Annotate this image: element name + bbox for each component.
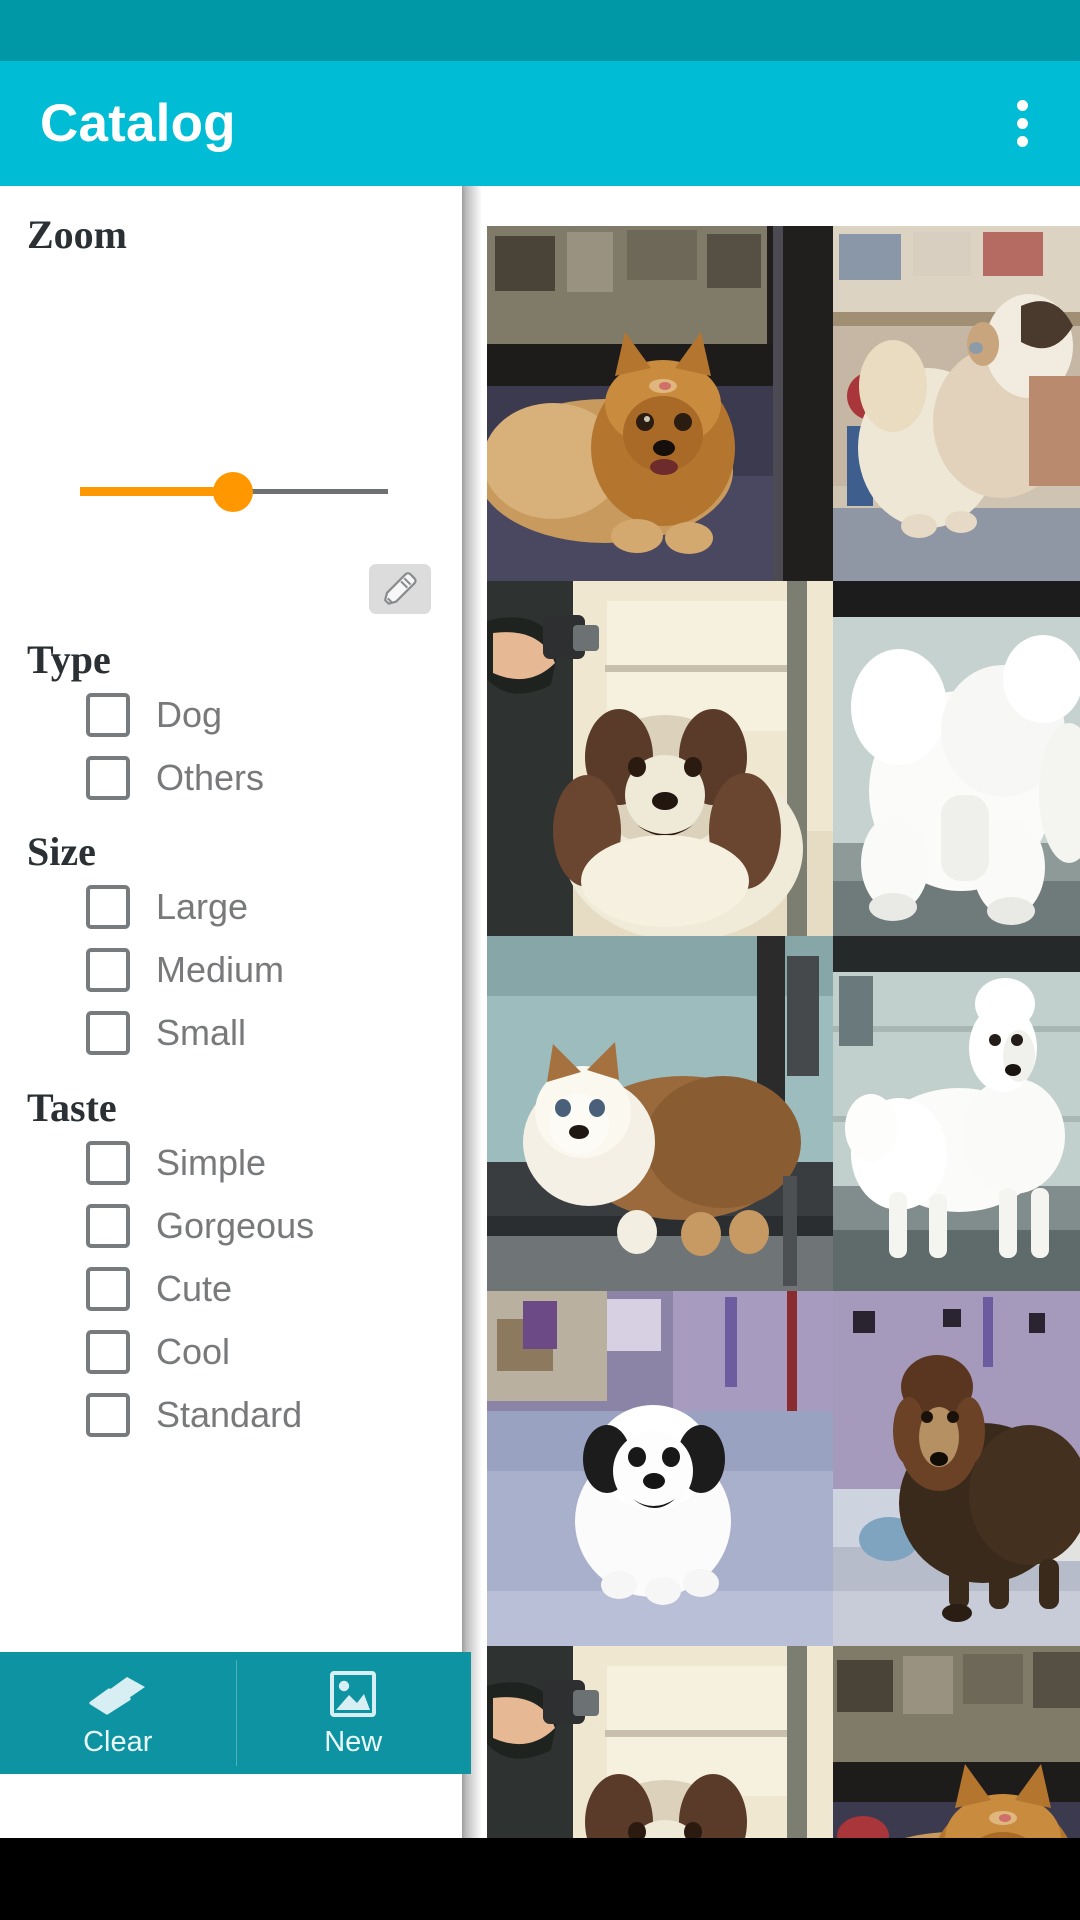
grid-item-photo <box>833 226 1080 581</box>
checkbox-row-dog[interactable]: Dog <box>0 683 462 746</box>
grid-item[interactable] <box>487 581 833 936</box>
grid-item-photo <box>487 1646 833 1838</box>
overflow-dot <box>1016 136 1028 147</box>
pencil-icon <box>379 566 421 613</box>
image-icon <box>322 1669 384 1721</box>
checkbox-row-cute[interactable]: Cute <box>0 1257 462 1320</box>
checkbox-small[interactable] <box>86 1010 130 1055</box>
status-bar <box>0 0 1080 61</box>
filter-group-title: Type <box>27 637 111 682</box>
checkbox-label: Dog <box>156 693 223 735</box>
grid-item[interactable] <box>487 936 833 1291</box>
filter-group-size: Size Large Medium Small <box>0 828 462 1064</box>
checkbox-list: Large Medium Small <box>0 875 462 1064</box>
checkbox-simple[interactable] <box>86 1140 130 1185</box>
clear-button[interactable]: Clear <box>0 1652 236 1774</box>
grid-item-photo <box>833 581 1080 936</box>
eraser-icon <box>87 1669 149 1721</box>
checkbox-row-simple[interactable]: Simple <box>0 1131 462 1194</box>
checkbox-label: Cute <box>156 1267 233 1309</box>
checkbox-list: Simple Gorgeous Cute Cool Standard <box>0 1131 462 1446</box>
checkbox-row-medium[interactable]: Medium <box>0 938 462 1001</box>
grid-item[interactable] <box>833 1291 1080 1646</box>
zoom-section-title: Zoom <box>27 212 127 257</box>
checkbox-label: Others <box>156 756 265 798</box>
grid-item-photo <box>487 226 833 581</box>
grid-item-photo <box>833 936 1080 1291</box>
grid-item-photo <box>487 581 833 936</box>
grid-item[interactable] <box>487 1291 833 1646</box>
filter-group-type: Type Dog Others <box>0 636 462 809</box>
grid-item[interactable] <box>833 581 1080 936</box>
overflow-dot <box>1016 100 1028 111</box>
checkbox-label: Cool <box>156 1330 231 1372</box>
grid-item[interactable] <box>487 1646 833 1838</box>
checkbox-label: Gorgeous <box>156 1204 315 1246</box>
catalog-grid <box>487 226 1080 1838</box>
grid-item[interactable] <box>833 936 1080 1291</box>
new-button-label: New <box>324 1726 383 1758</box>
grid-item-photo <box>487 1291 833 1646</box>
zoom-slider[interactable] <box>78 472 390 512</box>
checkbox-label: Simple <box>156 1141 267 1183</box>
checkbox-cute[interactable] <box>86 1266 130 1311</box>
filter-group-title: Size <box>27 829 96 874</box>
zoom-slider-control[interactable] <box>78 472 390 512</box>
checkbox-list: Dog Others <box>0 683 462 809</box>
checkbox-others[interactable] <box>86 755 130 800</box>
checkbox-standard[interactable] <box>86 1392 130 1437</box>
checkbox-cool[interactable] <box>86 1329 130 1374</box>
grid-item[interactable] <box>833 226 1080 581</box>
grid-item-photo <box>833 1291 1080 1646</box>
overflow-dot <box>1016 118 1028 129</box>
grid-item-photo <box>833 1646 1080 1838</box>
grid-item[interactable] <box>833 1646 1080 1838</box>
checkbox-gorgeous[interactable] <box>86 1203 130 1248</box>
checkbox-label: Large <box>156 885 249 927</box>
more-vertical-icon[interactable] <box>986 88 1058 160</box>
zoom-slider-thumb[interactable] <box>213 472 253 512</box>
filter-group-title: Taste <box>27 1085 117 1130</box>
filter-group-taste: Taste Simple Gorgeous Cute Cool Standard <box>0 1084 462 1446</box>
system-navigation-bar <box>0 1838 1080 1920</box>
grid-item-photo <box>487 936 833 1291</box>
edit-button[interactable] <box>369 564 431 614</box>
app-root: Catalog Zoom Type Dog Others Size Large … <box>0 0 1080 1920</box>
app-bar: Catalog <box>0 61 1080 186</box>
checkbox-row-gorgeous[interactable]: Gorgeous <box>0 1194 462 1257</box>
checkbox-label: Small <box>156 1011 247 1053</box>
bottom-action-bar: Clear New <box>0 1652 471 1774</box>
checkbox-row-standard[interactable]: Standard <box>0 1383 462 1446</box>
panel-divider <box>462 186 482 1838</box>
checkbox-large[interactable] <box>86 884 130 929</box>
zoom-slider-fill <box>80 487 231 496</box>
checkbox-row-large[interactable]: Large <box>0 875 462 938</box>
page-title: Catalog <box>40 94 236 153</box>
checkbox-label: Medium <box>156 948 285 990</box>
checkbox-dog[interactable] <box>86 692 130 737</box>
checkbox-label: Standard <box>156 1393 303 1435</box>
checkbox-medium[interactable] <box>86 947 130 992</box>
new-button[interactable]: New <box>235 1652 472 1774</box>
checkbox-row-others[interactable]: Others <box>0 746 462 809</box>
filter-sidebar: Zoom Type Dog Others Size Large Medium S… <box>0 186 462 1838</box>
catalog-grid-pane[interactable] <box>482 186 1080 1838</box>
grid-item[interactable] <box>487 226 833 581</box>
checkbox-row-cool[interactable]: Cool <box>0 1320 462 1383</box>
checkbox-row-small[interactable]: Small <box>0 1001 462 1064</box>
content-area: Zoom Type Dog Others Size Large Medium S… <box>0 186 1080 1838</box>
clear-button-label: Clear <box>83 1726 153 1758</box>
